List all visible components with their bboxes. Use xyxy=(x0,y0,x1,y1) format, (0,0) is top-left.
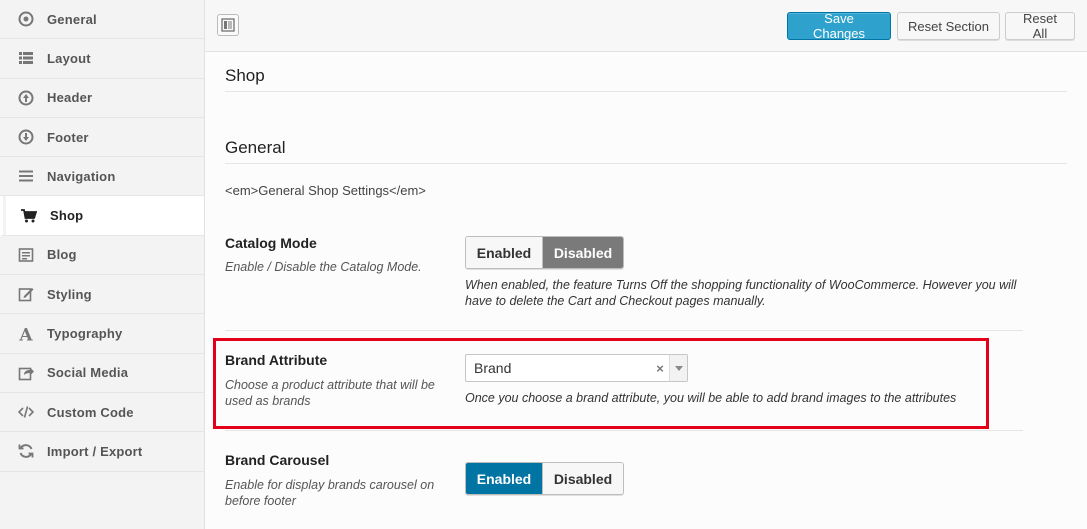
sidebar-item-styling[interactable]: Styling xyxy=(0,275,204,315)
catalog-mode-note: When enabled, the feature Turns Off the … xyxy=(465,278,1017,308)
sidebar-item-label: Typography xyxy=(47,326,123,342)
save-changes-button[interactable]: Save Changes xyxy=(787,11,891,41)
reset-all-button[interactable]: Reset All xyxy=(1005,11,1075,41)
sidebar-item-label: Blog xyxy=(47,247,77,263)
sidebar: General Layout Header Footer Navigation … xyxy=(0,0,205,529)
cart-icon xyxy=(20,207,38,225)
page-title: Shop xyxy=(225,66,265,85)
sidebar-item-label: Footer xyxy=(47,129,89,145)
sidebar-item-blog[interactable]: Blog xyxy=(0,236,204,276)
sidebar-item-footer[interactable]: Footer xyxy=(0,118,204,158)
sidebar-item-shop[interactable]: Shop xyxy=(0,196,204,236)
divider xyxy=(225,163,1067,164)
sidebar-item-label: Import / Export xyxy=(47,443,143,459)
divider xyxy=(225,91,1067,92)
sidebar-item-typography[interactable]: A Typography xyxy=(0,314,204,354)
brand-carousel-disabled-option[interactable]: Disabled xyxy=(542,463,623,494)
sidebar-item-import-export[interactable]: Import / Export xyxy=(0,432,204,472)
sidebar-item-label: Header xyxy=(47,90,93,106)
sidebar-item-social-media[interactable]: Social Media xyxy=(0,354,204,393)
share-icon xyxy=(17,364,35,382)
sidebar-item-label: Social Media xyxy=(47,365,129,381)
panel-icon xyxy=(221,18,235,32)
catalog-mode-disabled-option[interactable]: Disabled xyxy=(542,237,623,268)
reset-section-button[interactable]: Reset Section xyxy=(897,12,1000,40)
brand-carousel-label: Brand Carousel xyxy=(225,452,330,468)
brand-carousel-help: Enable for display brands carousel on be… xyxy=(225,478,435,508)
sidebar-item-label: Layout xyxy=(47,50,91,66)
settings-panel: Shop General <em>General Shop Settings</… xyxy=(205,52,1087,529)
sidebar-item-label: Navigation xyxy=(47,168,116,184)
menu-icon xyxy=(17,167,35,185)
sidebar-item-navigation[interactable]: Navigation xyxy=(0,157,204,197)
sidebar-item-layout[interactable]: Layout xyxy=(0,39,204,79)
arrow-up-circle-icon xyxy=(17,89,35,107)
sidebar-item-custom-code[interactable]: Custom Code xyxy=(0,393,204,433)
sidebar-item-label: Shop xyxy=(50,208,84,224)
brand-carousel-toggle: Enabled Disabled xyxy=(465,462,624,495)
toolbar: Save Changes Reset Section Reset All xyxy=(205,0,1087,52)
brand-carousel-enabled-option[interactable]: Enabled xyxy=(466,463,542,494)
catalog-mode-label: Catalog Mode xyxy=(225,235,317,251)
catalog-mode-enabled-option[interactable]: Enabled xyxy=(466,237,542,268)
sidebar-item-label: Custom Code xyxy=(47,404,134,420)
blog-icon xyxy=(17,246,35,264)
sidebar-item-label: General xyxy=(47,11,97,27)
toggle-panel-button[interactable] xyxy=(217,14,239,36)
divider xyxy=(225,330,1023,331)
arrow-down-circle-icon xyxy=(17,128,35,146)
divider xyxy=(225,430,1023,431)
section-description: <em>General Shop Settings</em> xyxy=(225,183,426,198)
list-icon xyxy=(17,49,35,67)
catalog-mode-toggle: Enabled Disabled xyxy=(465,236,624,269)
circle-dot-icon xyxy=(17,10,35,28)
section-title: General xyxy=(225,138,286,157)
sidebar-item-header[interactable]: Header xyxy=(0,79,204,118)
highlight-box xyxy=(213,338,989,429)
svg-text:A: A xyxy=(18,326,33,342)
edit-icon xyxy=(17,285,35,303)
sidebar-item-general[interactable]: General xyxy=(0,0,204,40)
refresh-icon xyxy=(17,442,35,460)
catalog-mode-help: Enable / Disable the Catalog Mode. xyxy=(225,260,422,274)
code-icon xyxy=(17,403,35,421)
typography-icon: A xyxy=(17,325,35,343)
sidebar-item-label: Styling xyxy=(47,286,92,302)
